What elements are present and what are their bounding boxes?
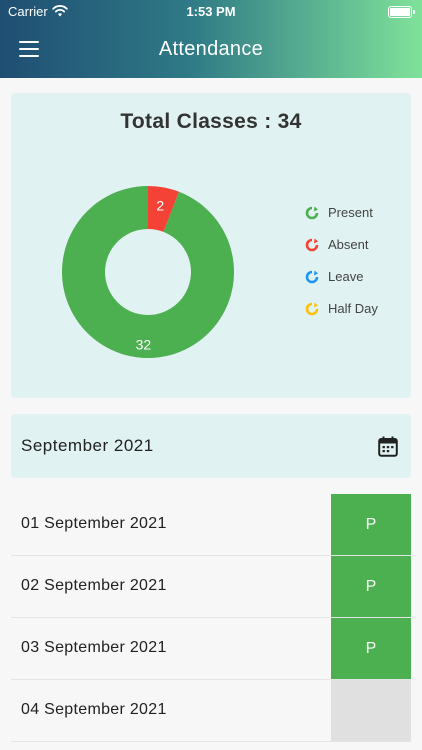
month-selector[interactable]: September 2021 (11, 414, 411, 478)
page-title: Attendance (158, 38, 264, 60)
legend-item-leave: Leave (305, 269, 378, 301)
attendance-day-list: 01 September 2021 P 02 September 2021 P 03 S… (11, 494, 411, 742)
day-row[interactable]: 04 September 2021 (11, 680, 411, 742)
day-date: 04 September 2021 (21, 701, 167, 718)
legend-label: Half Day (328, 301, 378, 316)
attendance-donut-chart: 2 32 (61, 186, 235, 358)
battery-icon (388, 6, 415, 18)
legend-swatch-icon (305, 302, 319, 316)
legend-swatch-icon (305, 270, 319, 284)
slice-value-present: 32 (136, 337, 152, 353)
legend-item-half-day: Half Day (305, 301, 378, 333)
day-date: 02 September 2021 (21, 577, 167, 594)
day-date: 03 September 2021 (21, 639, 167, 656)
slice-value-absent: 2 (156, 197, 164, 213)
app-header: Carrier 1:53 PM Attendance (0, 0, 422, 78)
day-status-badge: P (331, 618, 411, 679)
calendar-icon[interactable] (378, 436, 398, 457)
day-row[interactable]: 01 September 2021 P (11, 494, 411, 556)
total-classes-title: Total Classes : 34 (120, 110, 302, 133)
legend-swatch-icon (305, 206, 319, 220)
day-row[interactable]: 02 September 2021 P (11, 556, 411, 618)
legend-swatch-icon (305, 238, 319, 252)
attendance-summary-card: Total Classes : 34 2 32 Present Absent Leav… (11, 93, 411, 398)
chart-legend: Present Absent Leave Half Day (305, 205, 378, 333)
status-bar: Carrier 1:53 PM (0, 3, 422, 21)
status-time: 1:53 PM (186, 4, 236, 19)
day-row[interactable]: 03 September 2021 P (11, 618, 411, 680)
day-status-badge: P (331, 494, 411, 555)
slice-present (61, 186, 235, 358)
legend-label: Absent (328, 237, 369, 252)
legend-label: Present (328, 205, 373, 220)
legend-item-present: Present (305, 205, 378, 237)
month-label: September 2021 (21, 436, 154, 455)
day-status-badge: P (331, 556, 411, 617)
legend-item-absent: Absent (305, 237, 378, 269)
day-status-badge (331, 680, 411, 741)
legend-label: Leave (328, 269, 364, 284)
day-date: 01 September 2021 (21, 515, 167, 532)
